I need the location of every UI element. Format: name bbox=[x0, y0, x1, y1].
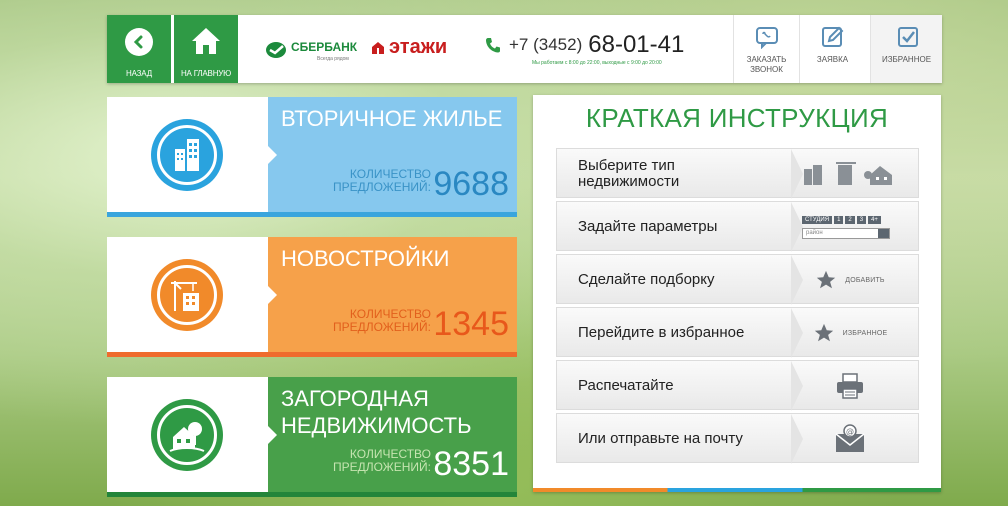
card-notch bbox=[268, 286, 277, 304]
card-icon-area bbox=[107, 377, 268, 492]
step-go-to-favorites: Перейдите в избранное ИЗБРАННОЕ bbox=[556, 307, 919, 358]
category-title: ВТОРИЧНОЕ ЖИЛЬЕ bbox=[281, 106, 503, 131]
card-underline bbox=[107, 352, 517, 357]
edit-form-icon bbox=[821, 25, 845, 49]
step-text: Распечатайте bbox=[578, 377, 674, 394]
sberbank-logo: СБЕРБАНК Всегда рядом bbox=[265, 37, 357, 63]
etazhi-logo: этажи bbox=[371, 36, 447, 59]
room-count-chips: СТУДИЯ 1 2 3 4+ bbox=[802, 215, 881, 224]
star-icon bbox=[817, 270, 836, 289]
svg-text:@: @ bbox=[846, 427, 854, 436]
request-button[interactable]: ЗАЯВКА bbox=[799, 15, 865, 83]
instruction-steps: Выберите тип недвижимости Задайте парамет… bbox=[556, 148, 919, 466]
add-favorite-hint: ДОБАВИТЬ bbox=[790, 255, 910, 305]
offer-count: 1345 bbox=[433, 305, 509, 343]
phone-icon bbox=[486, 38, 500, 53]
step-text: Перейдите в избранное bbox=[578, 324, 745, 341]
phone-code: +7 (3452) bbox=[509, 35, 583, 54]
email-icon: @ bbox=[790, 414, 910, 464]
offer-count: 9688 bbox=[433, 165, 509, 203]
panel-color-strip bbox=[533, 488, 941, 492]
step-text: Задайте параметры bbox=[578, 218, 718, 235]
category-country-property[interactable]: ЗАГОРОДНАЯ НЕДВИЖИМОСТЬ КОЛИЧЕСТВО ПРЕДЛ… bbox=[107, 377, 517, 497]
category-secondary-housing[interactable]: ВТОРИЧНОЕ ЖИЛЬЕ КОЛИЧЕСТВО ПРЕДЛОЖЕНИЙ: … bbox=[107, 97, 517, 217]
home-icon bbox=[190, 26, 222, 61]
card-notch bbox=[268, 146, 277, 164]
property-types-icon bbox=[790, 149, 910, 199]
add-caption: ДОБАВИТЬ bbox=[845, 276, 885, 284]
back-label: НАЗАД bbox=[126, 69, 152, 78]
sberbank-name: СБЕРБАНК bbox=[291, 40, 358, 54]
card-icon-area bbox=[107, 97, 268, 212]
checkbox-icon bbox=[896, 25, 920, 49]
count-label: КОЛИЧЕСТВО ПРЕДЛОЖЕНИЙ: bbox=[332, 167, 431, 194]
category-title: ЗАГОРОДНАЯ НЕДВИЖИМОСТЬ bbox=[281, 386, 472, 438]
phone-number: 68-01-41 bbox=[588, 31, 685, 58]
order-call-label: ЗАКАЗАТЬ ЗВОНОК bbox=[746, 55, 787, 74]
work-hours: Мы работаем с 8:00 до 22:00, выходные с … bbox=[532, 60, 662, 66]
card-notch bbox=[268, 426, 277, 444]
parameters-icon: СТУДИЯ 1 2 3 4+ район bbox=[790, 202, 910, 252]
count-label: КОЛИЧЕСТВО ПРЕДЛОЖЕНИЙ: bbox=[332, 307, 431, 334]
count-label: КОЛИЧЕСТВО ПРЕДЛОЖЕНИЙ: bbox=[332, 447, 431, 474]
step-text: Выберите тип недвижимости bbox=[578, 157, 680, 190]
request-label: ЗАЯВКА bbox=[816, 55, 849, 64]
etazhi-name: этажи bbox=[389, 36, 448, 58]
favorites-button[interactable]: ИЗБРАННОЕ bbox=[870, 15, 942, 83]
home-button[interactable]: НА ГЛАВНУЮ bbox=[174, 15, 238, 83]
back-arrow-icon bbox=[125, 28, 153, 56]
apartment-building-icon bbox=[151, 119, 223, 191]
chat-bubble-icon bbox=[755, 25, 779, 50]
top-bar: НАЗАД НА ГЛАВНУЮ СБЕРБАНК Всегда рядом э… bbox=[107, 15, 942, 83]
home-label: НА ГЛАВНУЮ bbox=[180, 69, 232, 78]
country-house-icon bbox=[151, 399, 223, 471]
category-title: НОВОСТРОЙКИ bbox=[281, 246, 450, 271]
category-new-buildings[interactable]: НОВОСТРОЙКИ КОЛИЧЕСТВО ПРЕДЛОЖЕНИЙ: 1345 bbox=[107, 237, 517, 357]
step-choose-type: Выберите тип недвижимости bbox=[556, 148, 919, 199]
star-icon bbox=[814, 323, 833, 342]
step-text: Или отправьте на почту bbox=[578, 430, 743, 447]
instruction-panel: КРАТКАЯ ИНСТРУКЦИЯ Выберите тип недвижимо… bbox=[533, 95, 941, 492]
sberbank-tagline: Всегда рядом bbox=[317, 56, 349, 62]
district-select: район bbox=[802, 227, 890, 239]
favorites-hint: ИЗБРАННОЕ bbox=[790, 308, 910, 358]
instruction-title: КРАТКАЯ ИНСТРУКЦИЯ bbox=[585, 103, 889, 133]
favorites-label: ИЗБРАННОЕ bbox=[881, 55, 932, 64]
card-info-area: ВТОРИЧНОЕ ЖИЛЬЕ КОЛИЧЕСТВО ПРЕДЛОЖЕНИЙ: … bbox=[268, 97, 517, 212]
step-print: Распечатайте bbox=[556, 360, 919, 411]
card-underline bbox=[107, 212, 517, 217]
favorites-caption: ИЗБРАННОЕ bbox=[842, 329, 888, 337]
offer-count: 8351 bbox=[433, 445, 509, 483]
sberbank-logo-icon bbox=[266, 42, 286, 58]
printer-icon bbox=[790, 361, 910, 411]
order-call-button[interactable]: ЗАКАЗАТЬ ЗВОНОК bbox=[733, 15, 799, 83]
card-icon-area bbox=[107, 237, 268, 352]
step-text: Сделайте подборку bbox=[578, 271, 715, 288]
etazhi-logo-icon bbox=[372, 41, 384, 54]
back-button[interactable]: НАЗАД bbox=[107, 15, 171, 83]
card-info-area: НОВОСТРОЙКИ КОЛИЧЕСТВО ПРЕДЛОЖЕНИЙ: 1345 bbox=[268, 237, 517, 352]
step-make-selection: Сделайте подборку ДОБАВИТЬ bbox=[556, 254, 919, 305]
card-info-area: ЗАГОРОДНАЯ НЕДВИЖИМОСТЬ КОЛИЧЕСТВО ПРЕДЛ… bbox=[268, 377, 517, 492]
card-underline bbox=[107, 492, 517, 497]
step-set-parameters: Задайте параметры СТУДИЯ 1 2 3 4+ район bbox=[556, 201, 919, 252]
phone-block: +7 (3452) 68-01-41 bbox=[485, 31, 684, 59]
construction-crane-icon bbox=[151, 259, 223, 331]
chevron-down-icon bbox=[878, 228, 889, 238]
step-send-email: Или отправьте на почту @ bbox=[556, 413, 919, 464]
